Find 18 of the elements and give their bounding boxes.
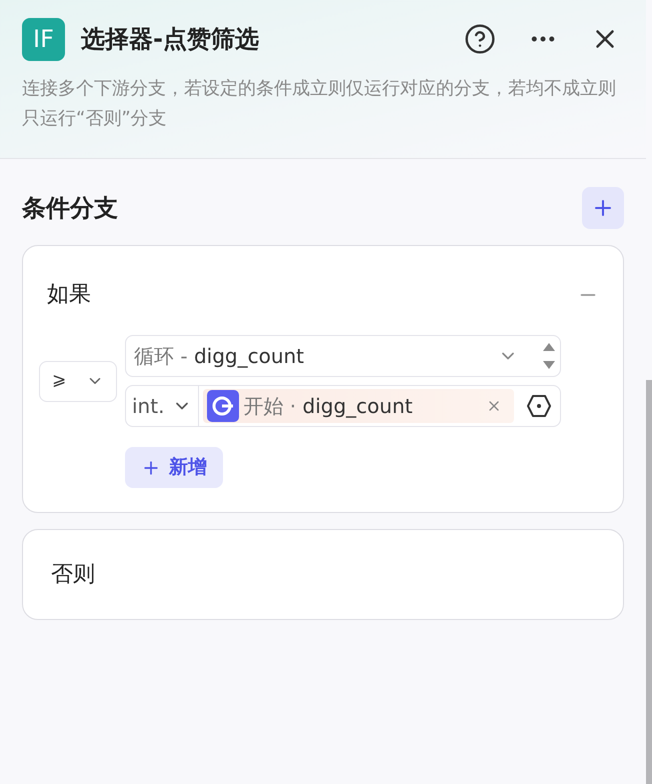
- operator-text: ⩾: [52, 369, 66, 392]
- help-icon[interactable]: [464, 23, 496, 55]
- variable-tag[interactable]: 开始 · digg_count: [203, 389, 514, 423]
- window-title: 选择器-点赞筛选: [81, 24, 260, 55]
- if-logo: IF: [22, 18, 65, 60]
- left-value-select[interactable]: 循环 - digg_count: [125, 335, 561, 377]
- type-select[interactable]: int.: [126, 386, 200, 426]
- type-text: int.: [132, 393, 164, 420]
- branch-label: 否则: [51, 562, 95, 587]
- operator-select[interactable]: ⩾: [39, 360, 117, 402]
- variable-text: 开始 · digg_count: [243, 393, 414, 420]
- add-condition-button[interactable]: 新增: [125, 447, 223, 488]
- left-value-text: 循环 - digg_count: [134, 343, 306, 370]
- start-node-icon: [207, 390, 240, 422]
- add-branch-button[interactable]: [582, 187, 624, 229]
- description-text: 连接多个下游分支，若设定的条件成立则仅运行对应的分支，若均不成立则只运行“否则”分支: [22, 77, 617, 131]
- branch-label: 如果: [47, 281, 91, 309]
- section-title: 条件分支: [22, 193, 118, 224]
